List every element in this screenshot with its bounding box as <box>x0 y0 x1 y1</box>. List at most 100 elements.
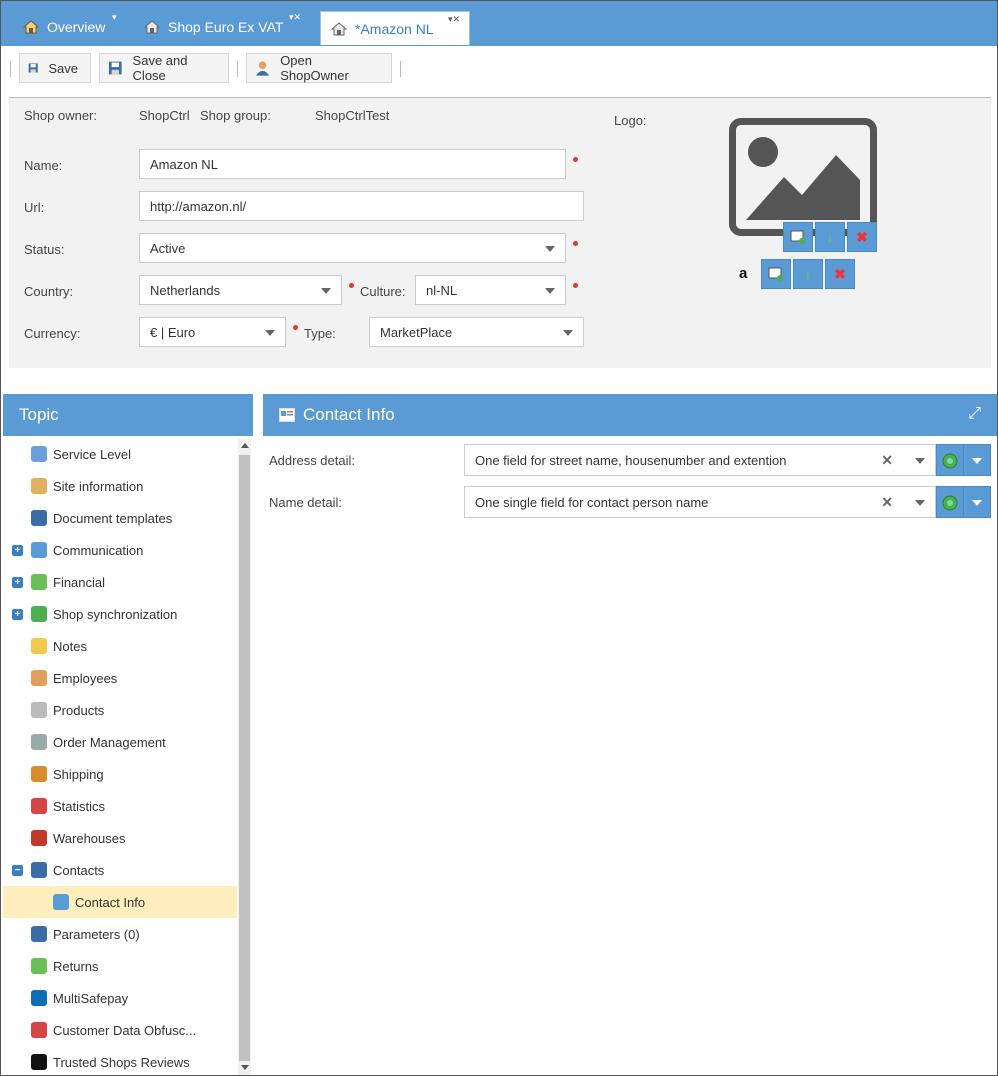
name-detail-menu-button[interactable] <box>963 486 991 518</box>
upload-logo-button[interactable] <box>783 222 813 252</box>
topic-item[interactable]: Contact Info <box>3 886 237 918</box>
name-detail-global-button[interactable] <box>936 486 964 518</box>
tab-shop-euro[interactable]: Shop Euro Ex VAT ▾✕ <box>144 10 301 44</box>
topic-tree: Service Level Site information Document te… <box>3 437 237 1075</box>
chevron-down-icon[interactable] <box>915 458 925 464</box>
chevron-down-icon <box>545 246 555 252</box>
topic-item-label: Contact Info <box>75 894 146 910</box>
tab-close-icon[interactable]: ▾✕ <box>448 14 460 25</box>
topic-item[interactable]: Trusted Shops Reviews <box>3 1046 237 1075</box>
tab-bar: Overview ▾ Shop Euro Ex VAT ▾✕ *Amazon N… <box>1 1 997 46</box>
scroll-down-icon[interactable] <box>241 1065 249 1070</box>
name-detail-select[interactable]: One single field for contact person name… <box>464 486 936 518</box>
topic-item[interactable]: Order Management <box>3 726 237 758</box>
collapse-icon[interactable]: − <box>12 864 23 876</box>
country-select[interactable]: Netherlands <box>139 275 342 305</box>
topic-item-label: Service Level <box>53 446 132 462</box>
topic-item[interactable]: Notes <box>3 630 237 662</box>
chevron-down-icon <box>545 288 555 294</box>
address-detail-global-button[interactable] <box>936 444 964 476</box>
open-shopowner-button[interactable]: Open ShopOwner <box>246 53 392 83</box>
tab-menu-icon[interactable]: ▾✕ <box>289 12 301 23</box>
tab-overview[interactable]: Overview ▾ <box>23 10 117 44</box>
topic-item-label: Notes <box>53 638 87 654</box>
topic-item[interactable]: Warehouses <box>3 822 237 854</box>
topic-item[interactable]: Returns <box>3 950 237 982</box>
topic-item[interactable]: Customer Data Obfusc... <box>3 1014 237 1046</box>
tab-label: Overview <box>47 19 106 35</box>
name-field[interactable]: Amazon NL <box>139 149 566 179</box>
topic-item-label: Parameters (0) <box>53 926 140 942</box>
arrow-down-icon: ↓ <box>804 266 812 282</box>
save-label: Save <box>48 60 78 76</box>
download-icon-button[interactable]: ↓ <box>793 259 823 289</box>
topic-item-label: Communication <box>53 542 144 558</box>
topic-item[interactable]: MultiSafepay <box>3 982 237 1014</box>
floppy-disk-icon <box>28 63 38 73</box>
status-select[interactable]: Active <box>139 233 566 263</box>
topic-item[interactable]: Statistics <box>3 790 237 822</box>
toolbar-separator <box>400 61 401 77</box>
topic-item[interactable]: Document templates <box>3 502 237 534</box>
expand-icon[interactable]: + <box>12 576 23 588</box>
topic-item[interactable]: Parameters (0) <box>3 918 237 950</box>
required-indicator <box>293 325 298 330</box>
required-indicator <box>573 157 578 162</box>
chevron-down-icon[interactable] <box>915 500 925 506</box>
expand-icon[interactable]: ⤢ <box>968 405 981 423</box>
url-field[interactable]: http://amazon.nl/ <box>139 191 584 221</box>
download-logo-button[interactable]: ↓ <box>815 222 845 252</box>
close-icon: ✖ <box>834 265 846 282</box>
currency-select[interactable]: € | Euro <box>139 317 286 347</box>
required-indicator <box>573 283 578 288</box>
type-label: Type: <box>304 326 336 341</box>
topic-item[interactable]: Shipping <box>3 758 237 790</box>
type-select[interactable]: MarketPlace <box>369 317 584 347</box>
scroll-up-icon[interactable] <box>241 443 249 448</box>
warehouse-icon <box>31 830 47 846</box>
topic-item-label: Document templates <box>53 510 173 526</box>
tab-menu-icon[interactable]: ▾ <box>112 12 117 23</box>
topic-header: Topic <box>3 394 253 436</box>
arrow-down-icon: ↓ <box>826 229 834 245</box>
person-icon <box>31 862 47 878</box>
scrollbar-thumb[interactable] <box>239 455 250 1061</box>
note-icon <box>31 638 47 654</box>
topic-item[interactable]: + Financial <box>3 566 237 598</box>
topic-item[interactable]: + Communication <box>3 534 237 566</box>
toolbar-separator <box>10 61 11 77</box>
topic-item[interactable]: Service Level <box>3 438 237 470</box>
house-icon <box>31 478 47 494</box>
address-detail-menu-button[interactable] <box>963 444 991 476</box>
clear-icon[interactable]: ✕ <box>881 452 893 469</box>
topic-item-label: Statistics <box>53 798 106 814</box>
save-and-close-button[interactable]: Save and Close <box>99 53 229 83</box>
upload-icon-button[interactable] <box>761 259 791 289</box>
topic-item[interactable]: Products <box>3 694 237 726</box>
topic-item-label: Trusted Shops Reviews <box>53 1054 190 1070</box>
logo-label: Logo: <box>614 113 647 128</box>
topic-item[interactable]: Site information <box>3 470 237 502</box>
book-icon <box>31 446 47 462</box>
address-detail-select[interactable]: One field for street name, housenumber a… <box>464 444 936 476</box>
save-button[interactable]: Save <box>19 53 91 83</box>
return-basket-icon <box>31 958 47 974</box>
clear-icon[interactable]: ✕ <box>881 494 893 511</box>
house-icon <box>23 20 39 34</box>
chevron-down-icon <box>972 500 982 506</box>
trusted-shops-logo-icon <box>31 1054 47 1070</box>
topic-item[interactable]: Employees <box>3 662 237 694</box>
image-add-icon <box>768 267 783 281</box>
topic-item[interactable]: + Shop synchronization <box>3 598 237 630</box>
topic-item[interactable]: − Contacts <box>3 854 237 886</box>
topic-item-label: Order Management <box>53 734 166 750</box>
culture-value: nl-NL <box>426 282 458 298</box>
expand-icon[interactable]: + <box>12 608 23 620</box>
topic-scrollbar[interactable] <box>238 439 251 1075</box>
delete-logo-button[interactable]: ✖ <box>847 222 877 252</box>
delete-icon-button[interactable]: ✖ <box>825 259 855 289</box>
expand-icon[interactable]: + <box>12 544 23 556</box>
amazon-logo-icon: a <box>739 265 748 282</box>
tab-amazon-nl[interactable]: *Amazon NL ▾✕ <box>320 11 470 45</box>
culture-select[interactable]: nl-NL <box>415 275 566 305</box>
